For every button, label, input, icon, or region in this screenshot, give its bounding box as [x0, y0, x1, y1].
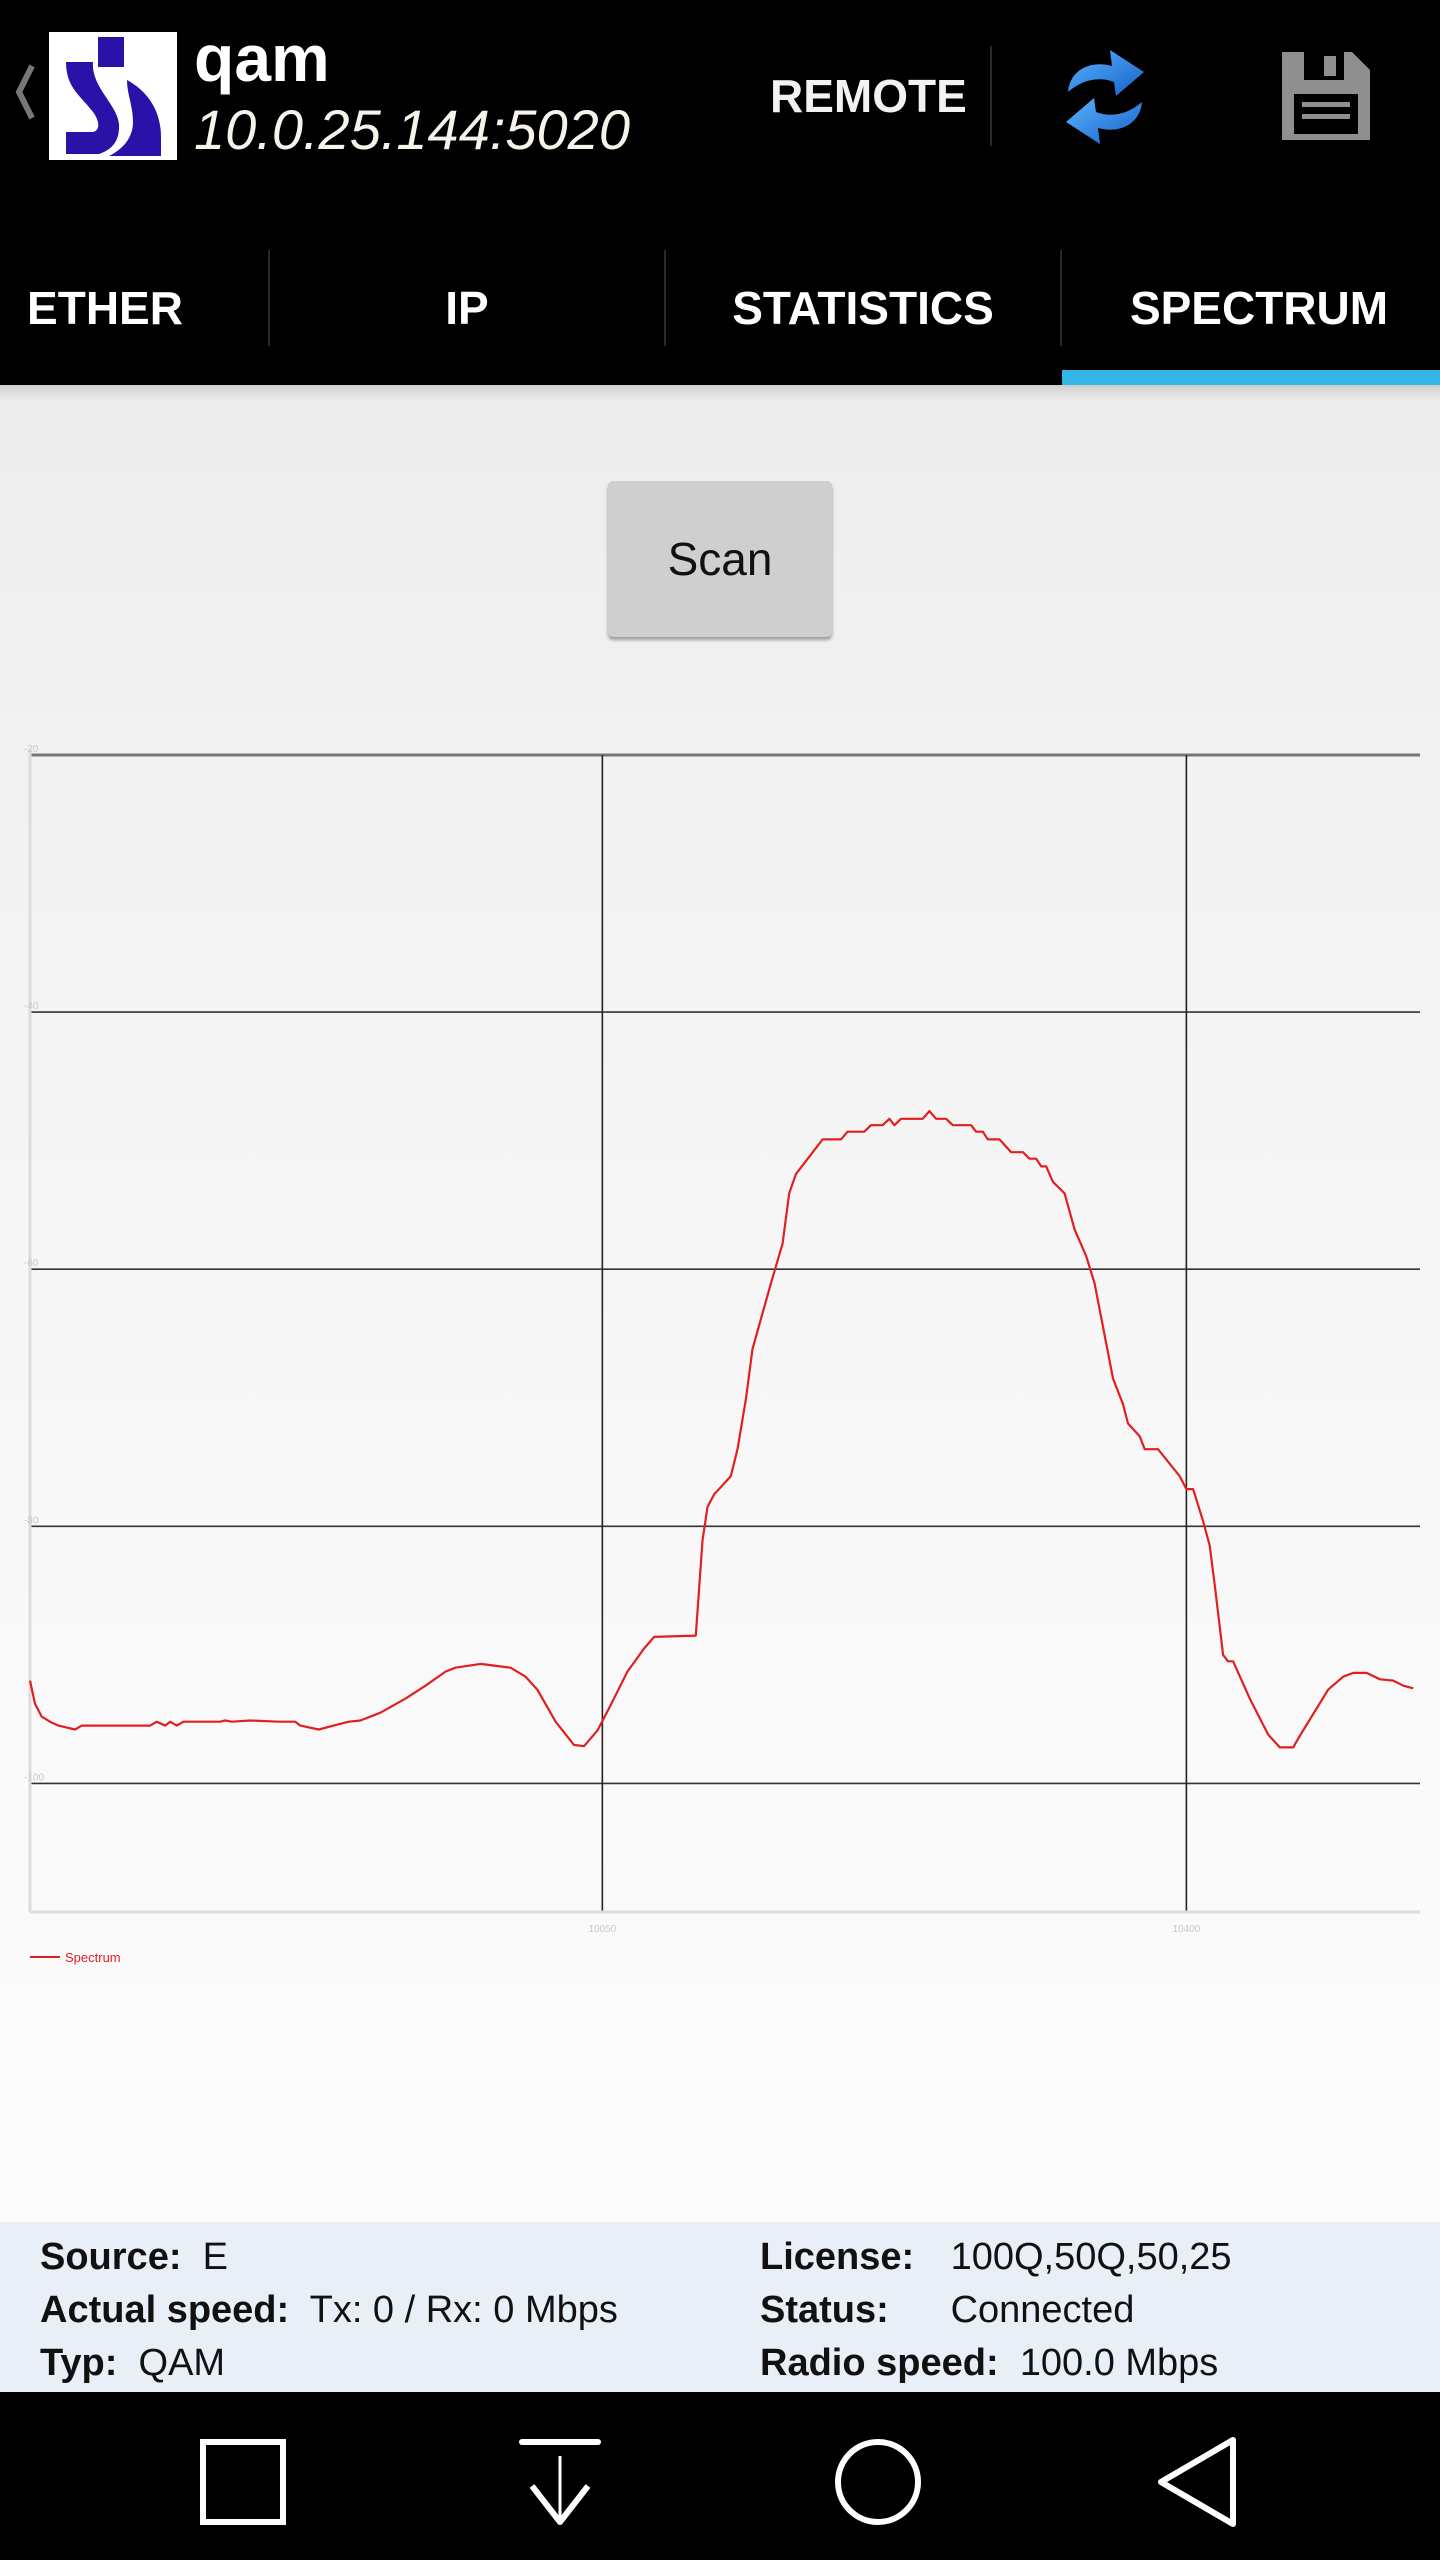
active-tab-indicator: [1062, 370, 1440, 385]
status-value: Connected: [950, 2289, 1135, 2331]
source-value: E: [202, 2236, 228, 2278]
x-tick-label: 10050: [588, 1924, 616, 1935]
app-bar: qam 10.0.25.144:5020 REMOTE ETHER IP STA…: [0, 0, 1440, 385]
chart-series: [28, 1109, 1414, 1749]
radio-speed-row: Radio speed: 100.0 Mbps: [760, 2338, 1218, 2388]
series-line-spectrum: [28, 1109, 1414, 1749]
info-panel: Source: E Actual speed: Tx: 0 / Rx: 0 Mb…: [0, 2222, 1440, 2392]
app-logo-icon[interactable]: [49, 32, 177, 160]
license-label: License:: [760, 2236, 915, 2278]
chart-grid: [30, 753, 1420, 1912]
status-label: Status:: [760, 2289, 889, 2331]
tab-statistics[interactable]: STATISTICS: [666, 230, 1060, 385]
spectrum-chart: -20 -40 -60 -80 -100 10050 10400 Spectrum: [24, 744, 1420, 1965]
chart-legend: Spectrum: [30, 1950, 121, 1965]
y-tick-label: -60: [24, 1258, 39, 1269]
back-chevron-icon[interactable]: [14, 62, 36, 122]
status-row: Status: Connected: [760, 2285, 1134, 2335]
save-icon[interactable]: [1280, 50, 1372, 142]
device-address: 10.0.25.144:5020: [194, 98, 630, 161]
y-tick-label: -80: [24, 1515, 39, 1526]
radio-speed-label: Radio speed:: [760, 2342, 999, 2384]
chart-axes: -20 -40 -60 -80 -100 10050 10400: [24, 744, 1420, 1935]
remote-button[interactable]: REMOTE: [770, 66, 967, 126]
tab-bar: ETHER IP STATISTICS SPECTRUM: [0, 230, 1440, 385]
action-divider: [990, 46, 992, 146]
appbar-shadow: [0, 385, 1440, 401]
y-tick-label: -100: [24, 1772, 44, 1783]
source-label: Source:: [40, 2236, 182, 2278]
license-row: License: 100Q,50Q,50,25: [760, 2232, 1232, 2282]
typ-row: Typ: QAM: [40, 2338, 225, 2388]
tab-ip[interactable]: IP: [270, 230, 664, 385]
tab-ether[interactable]: ETHER: [0, 230, 270, 385]
radio-speed-value: 100.0 Mbps: [1019, 2342, 1219, 2384]
actual-speed-label: Actual speed:: [40, 2289, 290, 2331]
scan-button[interactable]: Scan: [608, 481, 832, 637]
notification-pull-icon[interactable]: [510, 2432, 610, 2532]
recents-icon[interactable]: [193, 2432, 293, 2532]
typ-value: QAM: [138, 2342, 226, 2384]
typ-label: Typ:: [40, 2342, 118, 2384]
system-nav-bar: [0, 2392, 1440, 2560]
device-name: qam: [194, 21, 330, 95]
x-tick-label: 10400: [1172, 1924, 1200, 1935]
actual-speed-row: Actual speed: Tx: 0 / Rx: 0 Mbps: [40, 2285, 618, 2335]
refresh-icon[interactable]: [1060, 40, 1150, 155]
y-tick-label: -20: [24, 744, 39, 755]
actual-speed-value: Tx: 0 / Rx: 0 Mbps: [309, 2289, 618, 2331]
license-value: 100Q,50Q,50,25: [950, 2236, 1232, 2278]
legend-label-spectrum: Spectrum: [65, 1950, 121, 1965]
back-icon[interactable]: [1147, 2432, 1247, 2532]
source-row: Source: E: [40, 2232, 228, 2282]
tab-spectrum[interactable]: SPECTRUM: [1062, 230, 1440, 385]
home-icon[interactable]: [828, 2432, 928, 2532]
y-tick-label: -40: [24, 1001, 39, 1012]
